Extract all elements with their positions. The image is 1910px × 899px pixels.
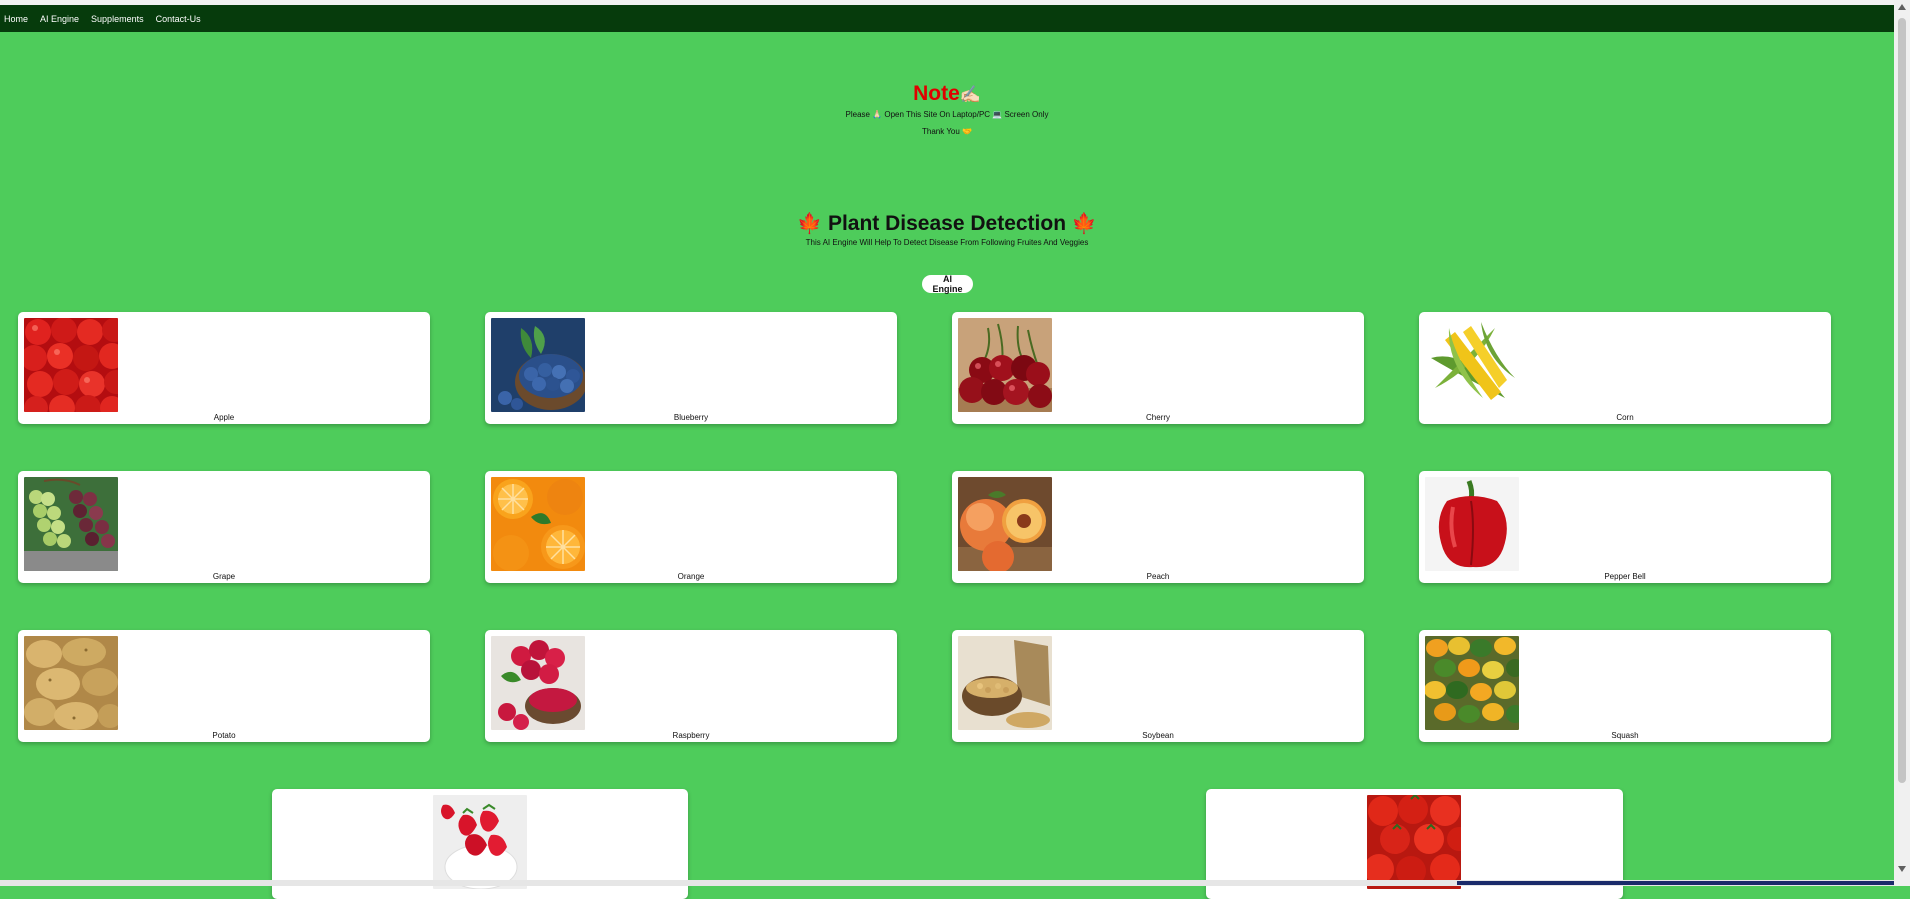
maple-leaf-icon: 🍁 — [797, 213, 823, 235]
card-label-peach: Peach — [1146, 572, 1170, 581]
top-navbar: Home AI Engine Supplements Contact-Us — [0, 5, 1894, 32]
maple-leaf-icon: 🍁 — [1071, 213, 1097, 235]
page-subtitle: This AI Engine Will Help To Detect Disea… — [805, 238, 1089, 247]
cherry-image — [958, 318, 1052, 412]
card-blueberry[interactable]: Blueberry — [485, 312, 897, 424]
scroll-up-arrow-icon[interactable] — [1898, 4, 1906, 10]
card-orange[interactable]: Orange — [485, 471, 897, 583]
card-raspberry[interactable]: Raspberry — [485, 630, 897, 742]
vertical-scroll-thumb[interactable] — [1898, 18, 1906, 783]
card-potato[interactable]: Potato — [18, 630, 430, 742]
page-title-text: Plant Disease Detection — [827, 212, 1067, 235]
card-label-squash: Squash — [1611, 731, 1639, 740]
writing-hand-icon: ✍🏻 — [959, 85, 981, 104]
note-message: Please 🙏🏻 Open This Site On Laptop/PC 💻 … — [845, 110, 1049, 119]
nav-supplements-link[interactable]: Supplements — [91, 14, 144, 24]
tomato-image — [1367, 795, 1461, 889]
card-corn[interactable]: Corn — [1419, 312, 1831, 424]
card-label-soybean: Soybean — [1142, 731, 1174, 740]
card-soybean[interactable]: Soybean — [952, 630, 1364, 742]
note-thanks: Thank You 🤝 — [922, 127, 972, 136]
vertical-scrollbar[interactable] — [1894, 0, 1910, 886]
card-squash[interactable]: Squash — [1419, 630, 1831, 742]
card-cherry[interactable]: Cherry — [952, 312, 1364, 424]
grape-image — [24, 477, 118, 571]
card-label-orange: Orange — [677, 572, 705, 581]
squash-image — [1425, 636, 1519, 730]
strawberry-image — [433, 795, 527, 889]
card-label-potato: Potato — [212, 731, 236, 740]
peach-image — [958, 477, 1052, 571]
corn-image — [1425, 318, 1519, 412]
note-heading: Note✍🏻 — [0, 82, 1894, 106]
nav-ai-engine-link[interactable]: AI Engine — [40, 14, 79, 24]
orange-image — [491, 477, 585, 571]
ai-engine-button[interactable]: AI Engine — [922, 274, 973, 294]
card-label-corn: Corn — [1616, 413, 1634, 422]
raspberry-image — [491, 636, 585, 730]
apple-image — [24, 318, 118, 412]
card-label-apple: Apple — [213, 413, 235, 422]
horizontal-scroll-thumb[interactable] — [1457, 881, 1894, 885]
card-apple[interactable]: Apple — [18, 312, 430, 424]
note-title-text: Note — [913, 82, 960, 105]
page-title: 🍁 Plant Disease Detection 🍁 — [0, 211, 1894, 236]
potato-image — [24, 636, 118, 730]
pepper-bell-image — [1425, 477, 1519, 571]
card-grape[interactable]: Grape — [18, 471, 430, 583]
horizontal-scrollbar[interactable] — [0, 880, 1894, 886]
card-label-grape: Grape — [212, 572, 236, 581]
nav-contact-us-link[interactable]: Contact-Us — [156, 14, 201, 24]
card-pepper-bell[interactable]: Pepper Bell — [1419, 471, 1831, 583]
card-label-pepper-bell: Pepper Bell — [1604, 572, 1646, 581]
card-label-raspberry: Raspberry — [672, 731, 710, 740]
card-peach[interactable]: Peach — [952, 471, 1364, 583]
blueberry-image — [491, 318, 585, 412]
soybean-image — [958, 636, 1052, 730]
card-label-cherry: Cherry — [1145, 413, 1170, 422]
card-label-blueberry: Blueberry — [673, 413, 709, 422]
scroll-down-arrow-icon[interactable] — [1898, 866, 1906, 872]
nav-home-link[interactable]: Home — [4, 14, 28, 24]
